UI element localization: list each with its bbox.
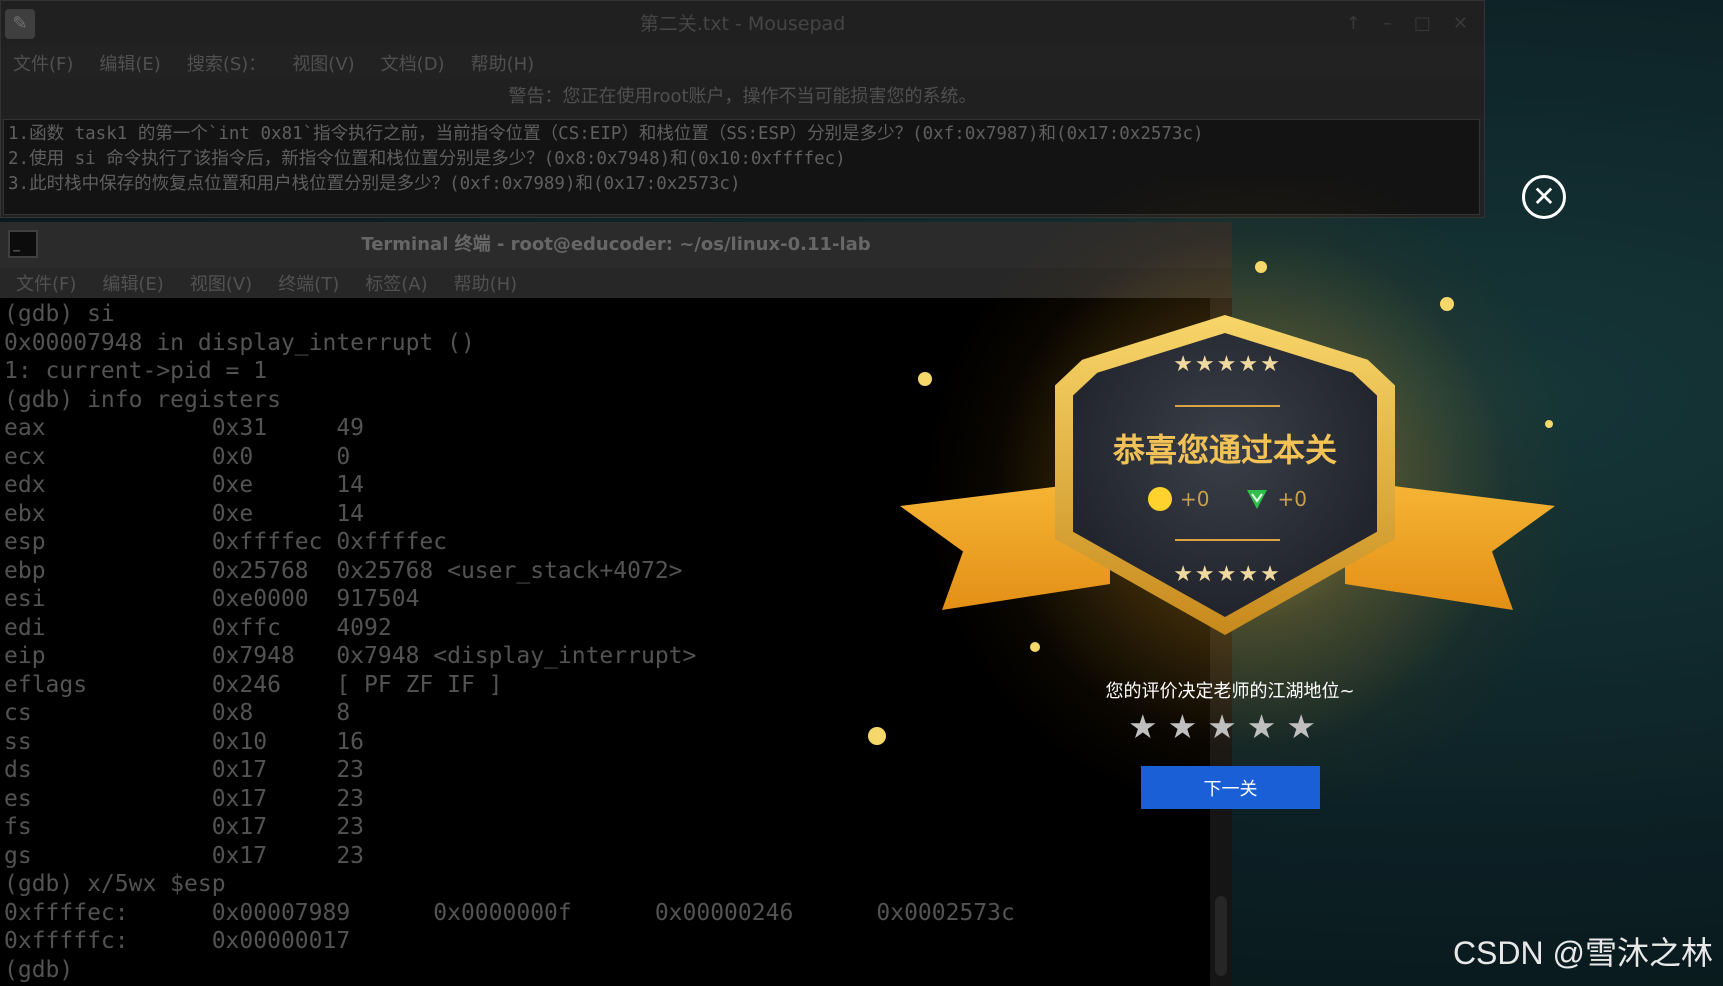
sparkle bbox=[1030, 642, 1040, 652]
terminal-line: 0xffffec: 0x00007989 0x0000000f 0x000002… bbox=[4, 899, 1015, 926]
sparkle bbox=[918, 372, 932, 386]
terminal-line: 0xfffffc: 0x00000017 bbox=[4, 928, 351, 954]
csdn-watermark: CSDN @雪沐之林 bbox=[1452, 935, 1713, 971]
badge-stars-bottom: ★★★★★ bbox=[1173, 562, 1282, 587]
rating-star-5[interactable]: ★ bbox=[1286, 707, 1316, 746]
congrats-title: 恭喜您通过本关 bbox=[1112, 431, 1337, 469]
mousepad-titlebar[interactable]: ✎ 第二关.txt - Mousepad ↑ – □ ✕ bbox=[1, 1, 1484, 47]
rating-star-3[interactable]: ★ bbox=[1207, 707, 1237, 746]
rating-star-2[interactable]: ★ bbox=[1168, 707, 1198, 746]
terminal-line: fs 0x17 23 bbox=[4, 814, 365, 840]
terminal-menu-terminal[interactable]: 终端(T) bbox=[278, 270, 339, 296]
rating-star-1[interactable]: ★ bbox=[1128, 707, 1158, 746]
terminal-menu-help[interactable]: 帮助(H) bbox=[454, 270, 518, 296]
mousepad-title: 第二关.txt - Mousepad bbox=[639, 13, 846, 35]
divider bbox=[1175, 539, 1280, 541]
text-line: 1.函数 task1 的第一个`int 0x81`指令执行之前，当前指令位置（C… bbox=[8, 124, 1204, 144]
menu-search[interactable]: 搜索(S)： bbox=[187, 50, 266, 76]
badge-stars-top: ★★★★★ bbox=[1173, 352, 1282, 377]
sparkle bbox=[1545, 420, 1553, 428]
terminal-menu-tabs[interactable]: 标签(A) bbox=[365, 270, 427, 296]
terminal-menu-edit[interactable]: 编辑(E) bbox=[102, 270, 163, 296]
menu-document[interactable]: 文档(D) bbox=[381, 50, 445, 76]
close-icon[interactable]: ✕ bbox=[1522, 175, 1566, 219]
menu-view[interactable]: 视图(V) bbox=[292, 50, 354, 76]
terminal-line: (gdb) bbox=[4, 956, 74, 983]
star-rating: ★ ★ ★ ★ ★ bbox=[1128, 707, 1316, 746]
evaluation-prompt: 您的评价决定老师的江湖地位~ bbox=[1105, 681, 1355, 702]
menu-edit[interactable]: 编辑(E) bbox=[99, 50, 160, 76]
mousepad-menubar: 文件(F) 编辑(E) 搜索(S)： 视图(V) 文档(D) 帮助(H) bbox=[1, 47, 1484, 79]
terminal-line: (gdb) x/5wx $esp bbox=[4, 871, 226, 897]
shield-icon bbox=[1247, 490, 1268, 509]
menu-file[interactable]: 文件(F) bbox=[13, 50, 73, 76]
coin-reward: +0 bbox=[1180, 487, 1210, 511]
terminal-title: Terminal 终端 - root@educoder: ~/os/linux-… bbox=[361, 234, 871, 255]
rating-star-4[interactable]: ★ bbox=[1247, 707, 1277, 746]
terminal-line: gs 0x17 23 bbox=[4, 842, 365, 869]
next-level-button[interactable]: 下一关 bbox=[1141, 766, 1320, 809]
mousepad-app-icon: ✎ bbox=[5, 9, 35, 39]
mousepad-keep-above-button[interactable]: ↑ bbox=[1346, 1, 1361, 47]
shield-reward: +0 bbox=[1277, 487, 1307, 511]
coin-icon bbox=[1148, 487, 1172, 511]
divider bbox=[1175, 405, 1280, 407]
mousepad-window-controls: ↑ – □ ✕ bbox=[1346, 1, 1468, 47]
terminal-app-icon: _ bbox=[8, 230, 38, 258]
sparkle bbox=[868, 727, 886, 745]
scrollbar-thumb[interactable] bbox=[1215, 896, 1227, 976]
root-warning-bar: 警告：您正在使用root账户，操作不当可能损害您的系统。 bbox=[1, 79, 1484, 115]
mousepad-maximize-button[interactable]: □ bbox=[1414, 1, 1431, 47]
sparkle bbox=[1255, 261, 1267, 273]
text-line: 2.使用 si 命令执行了该指令后，新指令位置和栈位置分别是多少？(0x8:0x… bbox=[8, 149, 846, 169]
reward-summary: +0 +0 bbox=[1148, 487, 1307, 511]
mousepad-close-button[interactable]: ✕ bbox=[1453, 1, 1468, 47]
menu-help[interactable]: 帮助(H) bbox=[471, 50, 535, 76]
sparkle bbox=[1440, 297, 1454, 311]
mousepad-minimize-button[interactable]: – bbox=[1383, 1, 1392, 47]
terminal-menu-file[interactable]: 文件(F) bbox=[16, 270, 76, 296]
terminal-menu-view[interactable]: 视图(V) bbox=[190, 270, 252, 296]
